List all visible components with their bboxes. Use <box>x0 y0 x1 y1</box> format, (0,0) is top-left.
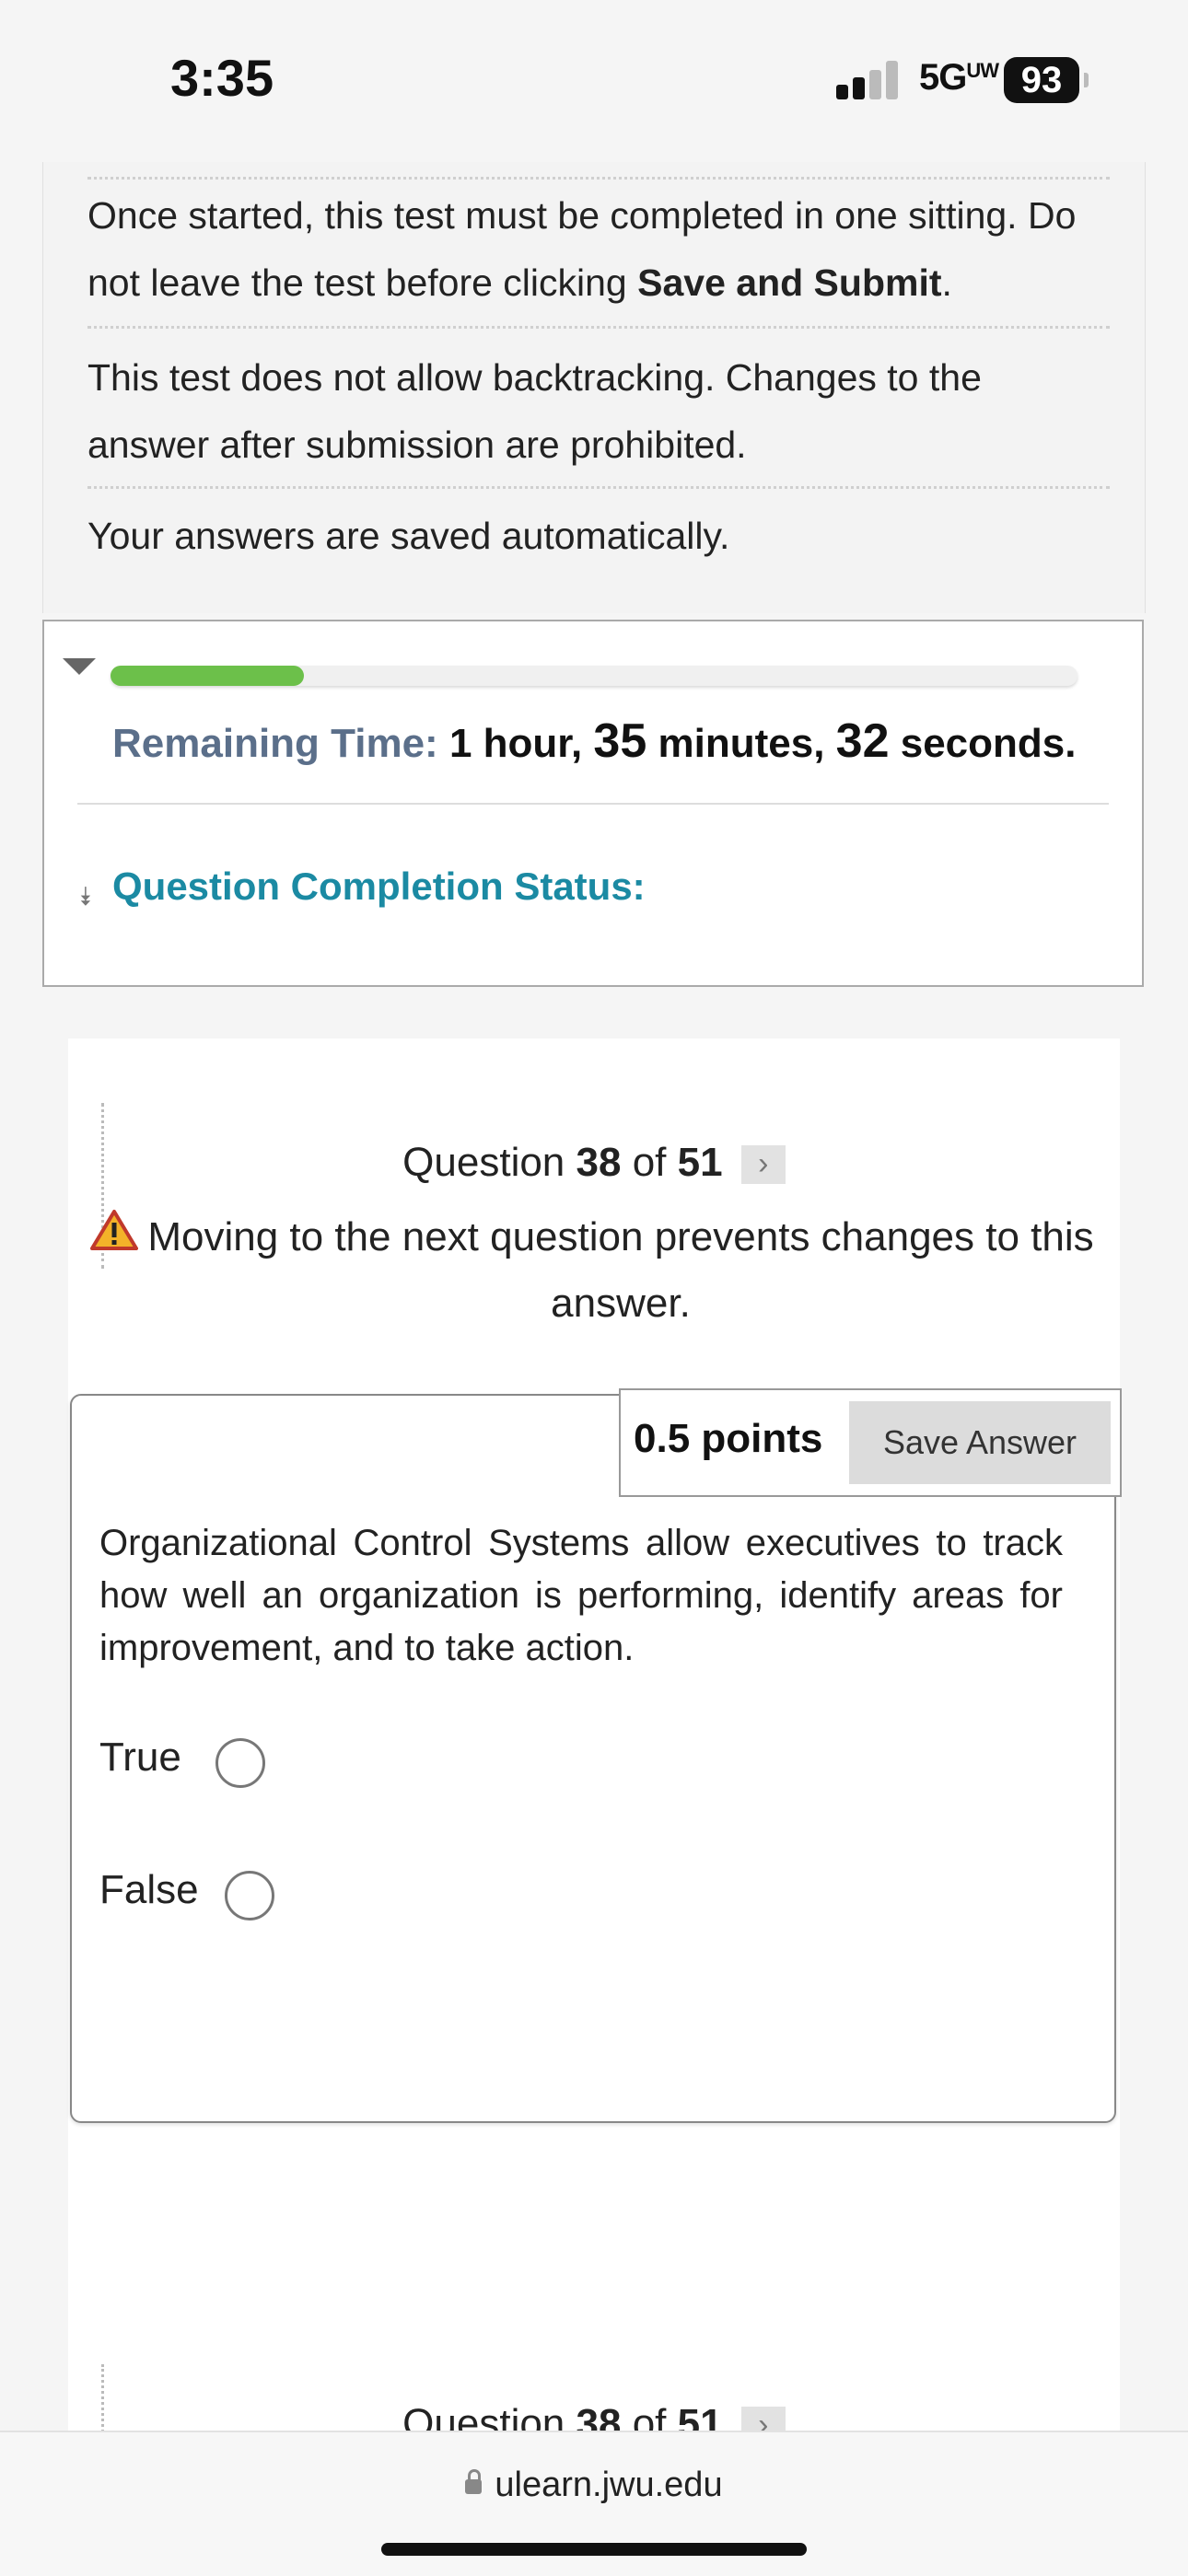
option-label-true: True <box>99 1735 181 1780</box>
divider <box>87 177 1110 180</box>
backtrack-warning: Moving to the next question prevents cha… <box>147 1214 1094 1326</box>
divider <box>77 803 1109 805</box>
url-display[interactable]: ulearn.jwu.edu <box>0 2466 1188 2505</box>
radio-false[interactable] <box>225 1871 274 1920</box>
question-completion-status[interactable]: Question Completion Status: <box>112 864 646 909</box>
status-time: 3:35 <box>170 49 274 107</box>
warning-icon <box>90 1210 138 1250</box>
browser-url-bar[interactable]: ulearn.jwu.edu <box>0 2431 1188 2576</box>
points-header: 0.5 points Save Answer <box>619 1388 1122 1497</box>
question-text: Organizational Control Systems allow exe… <box>99 1523 1063 1668</box>
lock-icon <box>465 2468 483 2494</box>
question-area: Question 38 of 51 › Moving to the next q… <box>68 1039 1122 2446</box>
divider <box>87 486 1110 489</box>
instruction-no-backtracking: This test does not allow backtracking. C… <box>87 356 982 466</box>
question-counter: Question 38 of 51 › <box>68 1140 1120 1186</box>
battery-icon: 93 <box>1004 57 1089 103</box>
time-progress-bar <box>111 666 1077 686</box>
collapse-triangle-icon[interactable] <box>63 658 96 675</box>
question-points: 0.5 points <box>634 1416 823 1461</box>
option-label-false: False <box>99 1867 199 1912</box>
radio-true[interactable] <box>215 1738 265 1788</box>
double-chevron-down-icon[interactable]: ⯯ <box>77 882 93 912</box>
instruction-one-sitting: Once started, this test must be complete… <box>87 194 1077 304</box>
save-answer-button[interactable]: Save Answer <box>849 1401 1111 1484</box>
home-indicator[interactable] <box>381 2543 807 2556</box>
status-bar: 3:35 5GUW 93 <box>0 0 1188 161</box>
time-progress-fill <box>111 666 304 686</box>
network-indicator: 5GUW <box>919 57 999 98</box>
instruction-autosave: Your answers are saved automatically. <box>87 515 730 557</box>
chevron-right-icon[interactable]: › <box>740 1145 786 1185</box>
divider <box>87 326 1110 329</box>
timer-panel: Remaining Time: 1 hour, 35 minutes, 32 s… <box>42 620 1144 987</box>
remaining-time: Remaining Time: 1 hour, 35 minutes, 32 s… <box>112 714 1077 768</box>
test-instructions: Once started, this test must be complete… <box>42 162 1146 613</box>
signal-icon <box>836 61 901 99</box>
